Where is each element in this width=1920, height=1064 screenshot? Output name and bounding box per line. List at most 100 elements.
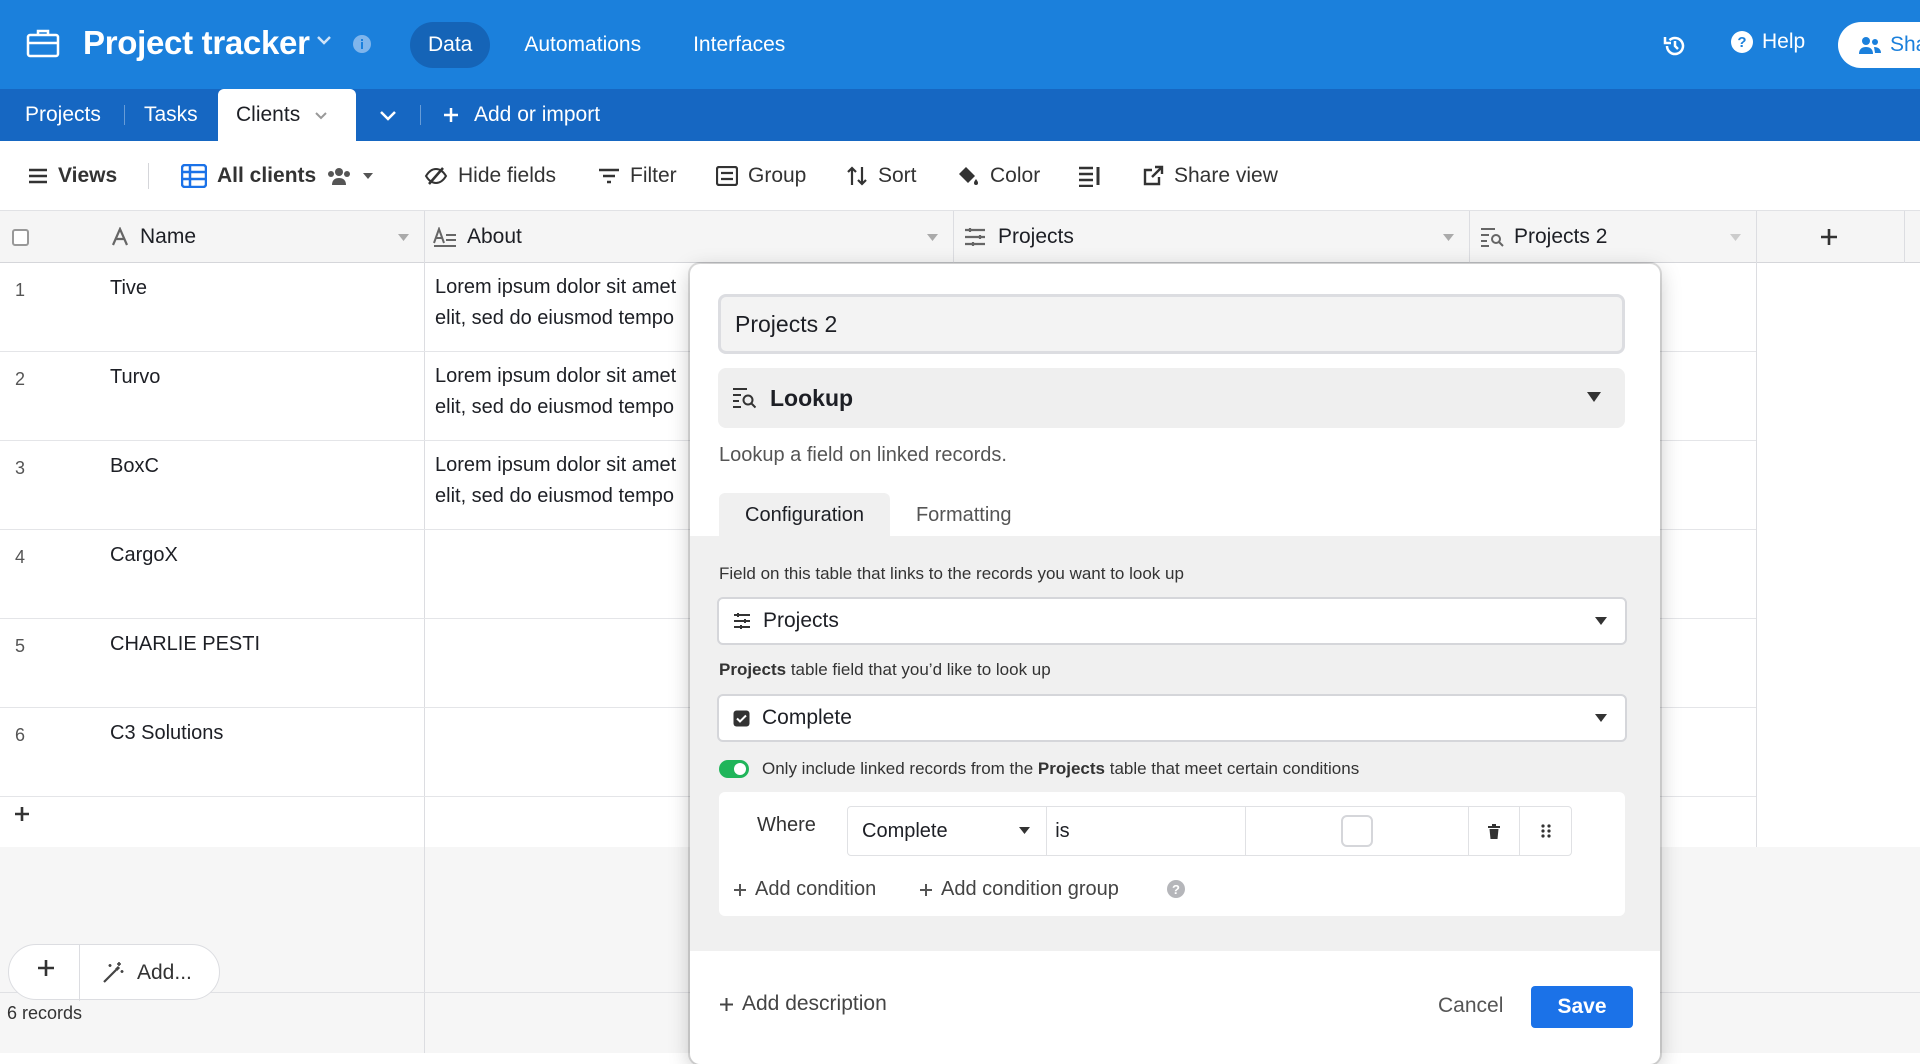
add-record-button[interactable] [37,959,55,977]
hide-fields-label: Hide fields [458,164,557,187]
tab-projects[interactable]: Projects [25,89,101,141]
tab-divider [420,105,421,125]
text-field-icon [111,227,129,246]
nav-data[interactable]: Data [410,22,491,68]
chevron-down-icon[interactable] [316,35,332,45]
paint-bucket-icon [959,167,978,185]
share-view-button[interactable]: Share view [1142,141,1278,211]
add-menu-label[interactable]: Add... [137,961,192,985]
column-projects-label: Projects [998,225,1074,248]
share-button[interactable]: Sha [1838,22,1920,68]
toolbar-divider [148,163,149,189]
name-cell[interactable]: C3 Solutions [110,722,223,745]
plus-icon [720,997,733,1011]
chevron-down-icon [380,110,396,121]
share-label: Sha [1890,33,1920,56]
column-header-projects[interactable]: Projects [964,211,1074,263]
toggle-table: Projects [1037,759,1105,778]
tab-configuration[interactable]: Configuration [719,493,890,537]
link-field-label: Field on this table that links to the re… [719,564,1184,583]
add-condition-group-button[interactable]: Add condition group [919,878,1119,901]
nav-automations[interactable]: Automations [506,22,659,68]
info-icon[interactable] [352,34,372,54]
delete-condition-button[interactable] [1469,807,1521,855]
cancel-button[interactable]: Cancel [1438,994,1503,1018]
history-icon[interactable] [1662,33,1688,59]
views-label: Views [58,164,118,187]
drag-handle-icon [1541,824,1551,838]
help-icon[interactable]: ? [1167,880,1185,898]
tab-formatting[interactable]: Formatting [890,493,1038,537]
grid-header: Name About Projects Projects 2 [0,211,1920,263]
row-number: 5 [15,636,26,656]
caret-down-icon[interactable] [398,211,409,263]
checkbox-field-icon [733,710,750,726]
more-tables-button[interactable] [362,89,414,141]
row-height-icon [1079,166,1100,187]
lookup-field-select[interactable]: Complete [717,694,1627,742]
sort-button[interactable]: Sort [846,141,917,211]
view-name: All clients [217,164,317,187]
plus-icon [920,883,932,896]
lookup-icon [1481,228,1504,247]
about-cell[interactable]: Lorem ipsum dolor sit amet elit, sed do e… [435,450,695,512]
condition-value-checkbox[interactable] [1246,807,1470,855]
filter-button[interactable]: Filter [598,141,677,211]
hide-fields-button[interactable]: Hide fields [424,141,556,211]
column-header-name[interactable]: Name [110,211,196,263]
field-name-input[interactable]: Projects 2 [718,294,1625,354]
caret-down-icon[interactable] [1443,211,1454,263]
help-button[interactable]: ? Help [1730,30,1805,54]
save-button[interactable]: Save [1531,986,1633,1028]
filter-icon [599,168,619,184]
row-height-button[interactable] [1078,141,1102,211]
add-or-import-label: Add or import [474,103,601,126]
linked-record-icon [965,228,985,246]
column-name-label: Name [140,225,197,248]
add-field-button[interactable] [1820,211,1838,263]
caret-down-icon[interactable] [927,211,938,263]
about-cell[interactable]: Lorem ipsum dolor sit amet elit, sed do e… [435,361,695,423]
long-text-icon [433,227,456,247]
name-cell[interactable]: CHARLIE PESTI [110,633,260,656]
add-condition-button[interactable]: Add condition [733,878,876,901]
tab-tasks[interactable]: Tasks [144,89,198,141]
conditions-toggle[interactable] [719,760,749,778]
column-header-about[interactable]: About [433,211,522,263]
condition-field-select[interactable]: Complete [848,807,1048,855]
magic-wand-icon[interactable] [101,961,125,985]
column-header-projects-2[interactable]: Projects 2 [1480,211,1607,263]
add-description-label: Add description [742,992,887,1015]
about-cell[interactable]: Lorem ipsum dolor sit amet elit, sed do e… [435,272,695,334]
tab-clients[interactable]: Clients [218,89,356,141]
app-title[interactable]: Project tracker [83,24,310,62]
caret-down-icon [1019,827,1031,834]
views-button[interactable]: Views [28,141,117,211]
table-tabs-bar: Projects Tasks Clients Add or import [0,89,1920,141]
add-row-button[interactable] [14,806,30,822]
condition-operator-select[interactable]: is [1047,807,1247,855]
field-type-select[interactable]: Lookup [718,368,1625,428]
select-all-checkbox[interactable] [12,211,29,263]
about-line: elit, sed do eiusmod tempo [435,485,675,507]
caret-down-icon [363,173,374,179]
nav-interfaces[interactable]: Interfaces [675,22,803,68]
linked-field-select[interactable]: Projects [717,597,1627,645]
name-cell[interactable]: CargoX [110,544,178,567]
name-cell[interactable]: BoxC [110,455,159,478]
field-type-label: Lookup [770,384,854,411]
pill-divider [79,945,80,1001]
view-switcher[interactable]: All clients [181,141,374,211]
name-cell[interactable]: Tive [110,277,147,300]
group-button[interactable]: Group [716,141,806,211]
share-external-icon [1143,165,1164,186]
add-description-button[interactable]: Add description [719,992,887,1016]
color-button[interactable]: Color [956,141,1040,211]
condition-field-value: Complete [862,819,948,842]
drag-handle[interactable] [1520,807,1571,855]
name-cell[interactable]: Turvo [110,366,160,389]
trash-icon [1488,823,1501,839]
add-condition-label: Add condition [755,878,877,900]
caret-down-icon[interactable] [1730,211,1741,263]
add-or-import-button[interactable]: Add or import [442,89,600,141]
